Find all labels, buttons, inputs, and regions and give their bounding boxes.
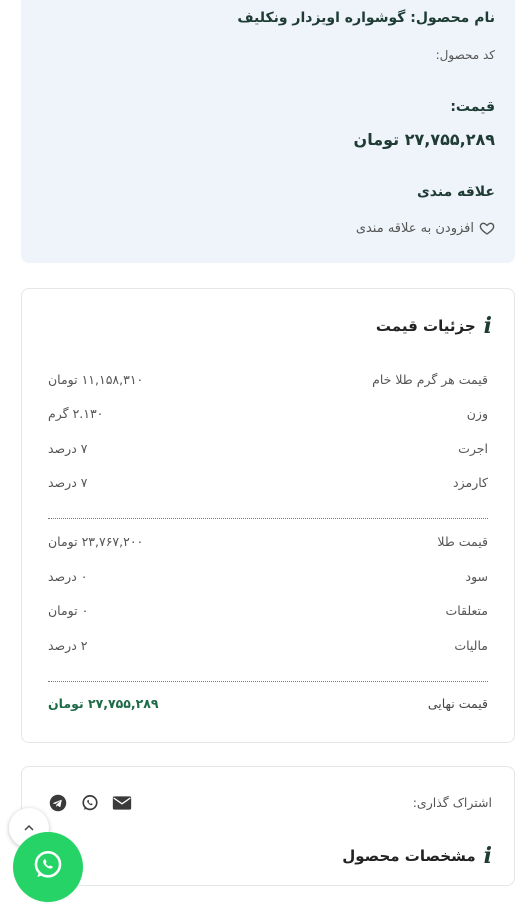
add-to-favorites-link[interactable]: افزودن به علاقه مندی (356, 220, 495, 236)
add-to-favorites-label: افزودن به علاقه مندی (355, 220, 474, 236)
detail-row: اجرت ۷ درصد (48, 440, 488, 456)
share-label: اشتراک گذاری: (412, 795, 492, 810)
share-card: اشتراک گذاری: i مشخصات محصول (21, 766, 515, 886)
detail-row: متعلقات ۰ تومان (48, 602, 488, 618)
share-icons (48, 793, 132, 813)
product-code: کد محصول: (435, 48, 495, 62)
info-icon: i (483, 313, 492, 339)
detail-row: وزن ۲.۱۳۰ گرم (48, 405, 488, 421)
heart-icon (479, 222, 495, 235)
price-label: قیمت: (450, 99, 495, 115)
favorites-heading: علاقه مندی (416, 184, 495, 200)
final-price-row: قیمت نهایی ۲۷,۷۵۵,۲۸۹ تومان (48, 695, 488, 711)
divider (48, 681, 488, 682)
telegram-icon[interactable] (48, 793, 68, 813)
whatsapp-chat-button[interactable] (13, 832, 83, 902)
product-name: نام محصول: گوشواره اویزدار ونکلیف (237, 10, 495, 26)
detail-row: سود ۰ درصد (48, 568, 488, 584)
detail-row: کارمزد ۷ درصد (48, 474, 488, 490)
detail-row: قیمت طلا ۲۳,۷۶۷,۲۰۰ تومان (48, 533, 488, 549)
divider (48, 518, 488, 519)
info-icon: i (483, 843, 492, 869)
price-details-title: i جزئیات قیمت (375, 313, 492, 339)
price-details-card: i جزئیات قیمت قیمت هر گرم طلا خام ۱۱,۱۵۸… (21, 288, 515, 743)
detail-row: مالیات ۲ درصد (48, 637, 488, 653)
price-value: ۲۷,۷۵۵,۲۸۹ تومان (353, 130, 495, 149)
detail-row: قیمت هر گرم طلا خام ۱۱,۱۵۸,۳۱۰ تومان (48, 371, 488, 387)
whatsapp-icon (34, 850, 62, 878)
email-icon[interactable] (112, 793, 132, 813)
product-summary-card: نام محصول: گوشواره اویزدار ونکلیف کد محص… (21, 0, 515, 263)
whatsapp-icon[interactable] (80, 793, 100, 813)
product-specs-title: i مشخصات محصول (342, 843, 492, 869)
